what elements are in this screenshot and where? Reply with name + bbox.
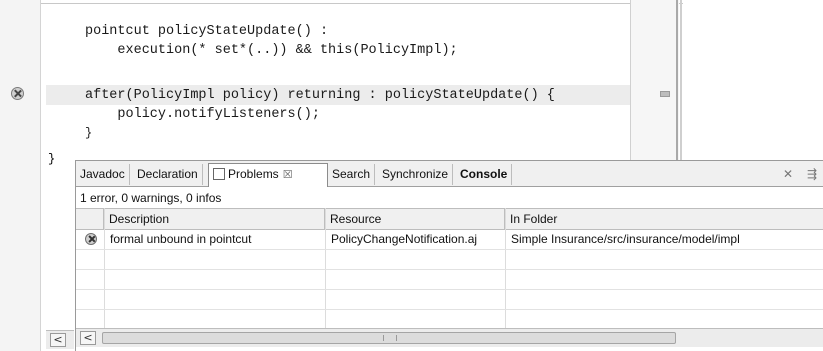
table-row[interactable]: formal unbound in pointcut PolicyChangeN…	[76, 229, 823, 250]
code-line-1: pointcut policyStateUpdate() :	[85, 24, 329, 39]
row-resource: PolicyChangeNotification.aj	[331, 232, 478, 246]
column-header-icon	[76, 209, 104, 229]
grip-icon	[383, 335, 397, 341]
tab-problems[interactable]: Problems ☒	[208, 163, 328, 187]
table-row-empty	[76, 269, 823, 290]
code-line-5: policy.notifyListeners();	[85, 107, 320, 122]
close-all-icon[interactable]: ✕	[783, 167, 793, 181]
editor-hscroll[interactable]: <	[46, 330, 74, 349]
tab-synchronize[interactable]: Synchronize	[378, 164, 454, 185]
problems-table[interactable]: Description Resource In Folder formal un…	[76, 208, 823, 333]
code-text[interactable]: pointcut policyStateUpdate() : execution…	[0, 0, 555, 140]
pin-icon[interactable]: ⇶	[807, 167, 817, 181]
close-icon[interactable]: ☒	[283, 165, 293, 186]
row-description: formal unbound in pointcut	[110, 232, 252, 246]
problems-view: Javadoc Declaration Problems ☒ Search Syn…	[75, 160, 823, 351]
scroll-thumb[interactable]	[102, 332, 676, 344]
tab-declaration[interactable]: Declaration	[133, 164, 203, 185]
code-line-6: }	[85, 126, 93, 140]
problems-hscroll[interactable]: <	[76, 328, 823, 347]
code-line-4: after(PolicyImpl policy) returning : pol…	[85, 88, 555, 103]
row-folder: Simple Insurance/src/insurance/model/imp…	[511, 232, 740, 246]
error-icon	[85, 233, 97, 245]
view-tabbar: Javadoc Declaration Problems ☒ Search Syn…	[76, 161, 823, 187]
table-row-empty	[76, 289, 823, 310]
problems-summary: 1 error, 0 warnings, 0 infos	[80, 191, 222, 205]
column-header-description[interactable]: Description	[104, 209, 325, 229]
table-header: Description Resource In Folder	[76, 208, 823, 230]
code-line-2: execution(* set*(..)) && this(PolicyImpl…	[85, 43, 458, 58]
overview-marker[interactable]	[660, 91, 670, 97]
editor-splitter[interactable]	[676, 0, 678, 160]
column-header-in-folder[interactable]: In Folder	[505, 209, 823, 229]
problems-icon	[213, 168, 225, 180]
outline-pane	[683, 0, 823, 160]
tab-search[interactable]: Search	[328, 164, 376, 185]
table-row-empty	[76, 309, 823, 330]
column-header-resource[interactable]: Resource	[325, 209, 505, 229]
overview-ruler[interactable]	[630, 0, 679, 160]
tab-console[interactable]: Console	[456, 164, 513, 185]
tab-javadoc[interactable]: Javadoc	[76, 164, 130, 185]
editor-splitter-shadow	[680, 0, 682, 160]
scroll-left-icon[interactable]: <	[80, 331, 96, 345]
closing-brace: }	[48, 152, 56, 166]
scroll-left-icon[interactable]: <	[50, 333, 66, 347]
table-row-empty	[76, 249, 823, 270]
